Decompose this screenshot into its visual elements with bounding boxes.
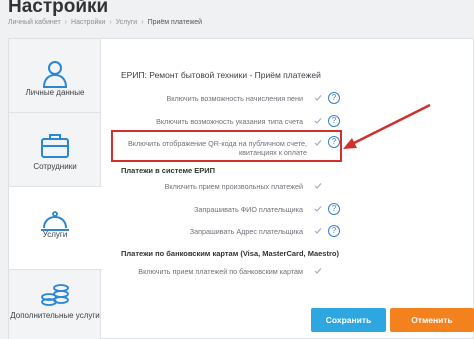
- help-icon[interactable]: ?: [328, 225, 340, 237]
- card-subtitle: Платежи по банковским картам (Visa, Mast…: [121, 249, 339, 258]
- option-label: Включить возможность начисления пени: [166, 94, 303, 103]
- sidebar: Личные данные Сотрудники Услуги Дополнит…: [9, 39, 102, 339]
- help-icon[interactable]: ?: [328, 92, 340, 104]
- highlight-box: [111, 130, 342, 162]
- erip-subtitle: Платежи в системе ЕРИП: [121, 166, 216, 175]
- breadcrumb-current: Приём платежей: [147, 19, 203, 26]
- breadcrumb-separator: ›: [109, 19, 112, 26]
- breadcrumb-link-services[interactable]: Услуги: [116, 19, 138, 26]
- option-label: Включить прием произвольных платежей: [164, 182, 303, 191]
- settings-content: ЕРИП: Ремонт бытовой техники - Приём пла…: [117, 39, 467, 339]
- sidebar-item-personal-data[interactable]: Личные данные: [9, 39, 101, 113]
- checkmark-icon[interactable]: [314, 227, 322, 235]
- option-label: Запрашивать Адрес плательщика: [189, 227, 303, 236]
- cancel-button[interactable]: Отменить: [390, 308, 474, 332]
- breadcrumb-separator: ›: [64, 19, 68, 26]
- option-label: Запрашивать ФИО плательщика: [194, 205, 303, 214]
- option-label: Включить прием платежей по банковским ка…: [138, 267, 303, 276]
- checkmark-icon[interactable]: [314, 94, 322, 102]
- checkmark-icon[interactable]: [314, 182, 322, 190]
- breadcrumb-link-settings[interactable]: Настройки: [71, 19, 105, 26]
- section-title: ЕРИП: Ремонт бытовой техники - Приём пла…: [121, 70, 321, 80]
- sidebar-item-additional-services[interactable]: Дополнительные услуги: [9, 270, 101, 339]
- help-icon[interactable]: ?: [328, 203, 340, 215]
- page-title: Настройки: [8, 0, 109, 17]
- breadcrumb-link-cabinet[interactable]: Личный кабинет: [8, 19, 61, 26]
- sidebar-item-label: Дополнительные услуги: [10, 311, 100, 320]
- user-icon: [42, 61, 68, 88]
- settings-panel: Личные данные Сотрудники Услуги Дополнит…: [8, 38, 474, 339]
- checkmark-icon[interactable]: [314, 267, 322, 275]
- option-label: Включить возможность указания типа счета: [156, 117, 303, 126]
- save-button[interactable]: Сохранить: [311, 308, 386, 332]
- breadcrumb: Личный кабинет › Настройки › Услуги › Приём пл…: [8, 19, 202, 26]
- briefcase-icon: [41, 134, 69, 158]
- checkmark-icon[interactable]: [314, 117, 322, 125]
- sidebar-item-label: Услуги: [42, 230, 68, 239]
- breadcrumb-separator: ›: [141, 19, 144, 26]
- help-icon[interactable]: ?: [328, 115, 340, 127]
- sidebar-item-services[interactable]: Услуги: [9, 187, 102, 270]
- sidebar-item-employees[interactable]: Сотрудники: [9, 113, 101, 187]
- coins-icon: [41, 284, 69, 306]
- checkmark-icon[interactable]: [314, 205, 322, 213]
- sidebar-item-label: Личные данные: [25, 88, 85, 97]
- sidebar-item-label: Сотрудники: [33, 162, 77, 171]
